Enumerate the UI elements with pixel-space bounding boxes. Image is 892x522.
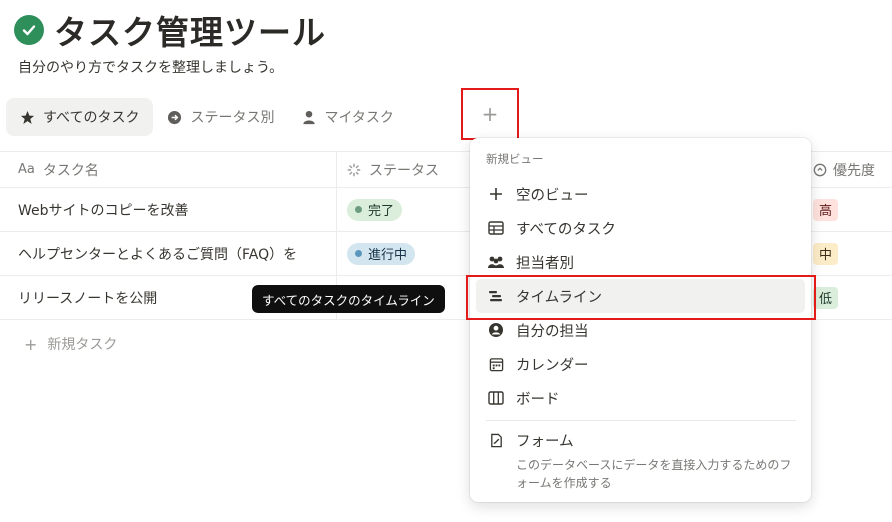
tab-label: マイタスク (324, 110, 394, 126)
menu-item-empty-view[interactable]: 空のビュー (476, 177, 805, 211)
tab-label: ステータス別 (190, 110, 275, 126)
star-icon (20, 110, 35, 125)
menu-item-label: すべてのタスク (516, 221, 616, 238)
status-label: 完了 (368, 204, 395, 219)
menu-item-by-assignee[interactable]: 担当者別 (476, 245, 805, 279)
priority-badge: 高 (813, 198, 839, 221)
calendar-icon (486, 357, 506, 372)
task-name-cell[interactable]: ヘルプセンターとよくあるご質問（FAQ）を (18, 232, 334, 275)
form-description: このデータベースにデータを直接入力するためのフォームを作成する (516, 458, 792, 490)
menu-item-label: 自分の担当 (516, 323, 589, 340)
text-type-icon: Aa (18, 162, 35, 177)
column-header-priority[interactable]: 優先度 (806, 152, 892, 187)
status-dot (355, 250, 362, 257)
view-tabs: すべてのタスク ステータス別 マイタスク (6, 98, 408, 136)
menu-item-label: カレンダー (516, 357, 589, 374)
form-title: フォーム (486, 430, 796, 451)
user-circle-icon (486, 322, 506, 338)
menu-item-label: 担当者別 (516, 255, 574, 272)
board-icon (486, 391, 506, 405)
menu-item-board[interactable]: ボード (476, 381, 805, 415)
person-icon (302, 110, 316, 125)
table-icon (486, 221, 506, 235)
menu-item-form[interactable]: フォーム このデータベースにデータを直接入力するためのフォームを作成する (486, 430, 796, 492)
column-header-label: ステータス (369, 162, 439, 179)
menu-item-label: ボード (516, 391, 560, 408)
priority-icon (813, 163, 827, 177)
people-icon (486, 255, 506, 269)
page-header: タスク管理ツール (14, 6, 326, 54)
tab-my-tasks[interactable]: マイタスク (288, 98, 407, 136)
form-icon (486, 433, 506, 448)
check-circle-icon (14, 15, 44, 45)
page-subtitle: 自分のやり方でタスクを整理しましょう。 (18, 60, 284, 76)
tab-label: すべてのタスク (43, 110, 140, 126)
tab-all-tasks[interactable]: すべてのタスク (6, 98, 154, 136)
column-header-label: タスク名 (42, 162, 99, 179)
priority-cell[interactable]: 高 (806, 188, 892, 231)
plus-icon: + (24, 334, 38, 354)
tab-by-status[interactable]: ステータス別 (153, 98, 288, 136)
tooltip: すべてのタスクのタイムライン (252, 285, 445, 313)
form-label: フォーム (516, 434, 574, 450)
menu-divider (486, 420, 796, 421)
task-name-cell[interactable]: Webサイトのコピーを改善 (18, 188, 334, 231)
timeline-annotation-box (466, 275, 816, 320)
page-title: タスク管理ツール (54, 13, 326, 52)
column-header-label: 優先度 (833, 162, 875, 179)
add-view-button[interactable]: + (461, 88, 519, 140)
priority-badge: 低 (813, 286, 839, 309)
menu-item-label: 空のビュー (516, 187, 589, 204)
plus-icon (486, 187, 506, 201)
status-badge: 進行中 (347, 242, 416, 265)
menu-item-calendar[interactable]: カレンダー (476, 347, 805, 381)
status-badge: 完了 (347, 198, 403, 221)
new-task-label: 新規タスク (47, 337, 118, 353)
new-task-button[interactable]: + 新規タスク (24, 334, 117, 354)
new-view-menu: 新規ビュー 空のビュー すべてのタスク 担当者別 タイムライン 自分の担当 カレ… (470, 138, 811, 502)
priority-cell[interactable]: 低 (806, 276, 892, 319)
status-dot (355, 206, 362, 213)
column-header-name[interactable]: Aa タスク名 (18, 152, 334, 187)
arrow-circle-icon (167, 110, 182, 125)
status-label: 進行中 (368, 248, 408, 263)
priority-badge: 中 (813, 242, 839, 265)
menu-header: 新規ビュー (486, 152, 544, 166)
priority-cell[interactable]: 中 (806, 232, 892, 275)
status-icon (347, 163, 361, 177)
menu-item-all-tasks[interactable]: すべてのタスク (476, 211, 805, 245)
